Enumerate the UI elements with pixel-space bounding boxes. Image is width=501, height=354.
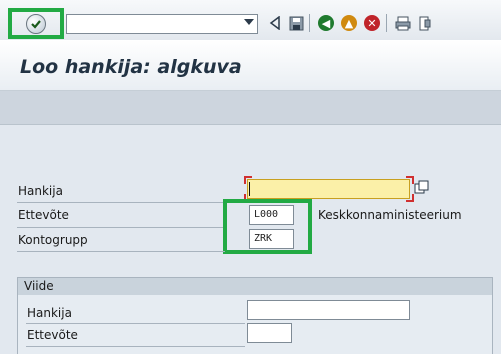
row-divider [17,227,225,228]
checkmark-icon [26,13,46,34]
row-divider [26,323,245,324]
chevron-down-icon[interactable] [244,19,254,25]
company-label: Ettevõte [18,208,69,222]
reference-group-title: Viide [18,278,492,295]
print-icon[interactable] [394,14,412,32]
reference-vendor-input[interactable] [247,300,410,320]
vendor-label: Hankija [18,184,63,198]
save-icon[interactable] [287,14,305,32]
cancel-circle-icon[interactable]: ✕ [363,14,381,32]
enter-button[interactable] [8,8,64,39]
row-divider [17,251,225,252]
vendor-input[interactable] [247,179,410,199]
find-icon[interactable] [416,14,434,32]
reference-company-input[interactable] [247,323,292,343]
application-toolbar [0,91,501,125]
search-help-icon[interactable] [414,180,429,195]
reference-vendor-label: Hankija [27,306,72,320]
command-field[interactable] [66,14,258,34]
page-title: Loo hankija: algkuva [20,56,242,78]
account-group-label: Kontogrupp [18,233,88,247]
row-divider [26,346,245,347]
toolbar-separator [386,14,387,32]
focus-corner [406,176,414,184]
focus-corner [406,194,414,202]
row-divider [17,202,245,203]
back-triangle-icon[interactable] [266,14,284,32]
reference-company-label: Ettevõte [27,328,78,342]
exit-circle-icon[interactable]: ▲ [340,14,358,32]
focus-corner [244,176,252,184]
company-description: Keskkonnaministeerium [318,208,462,222]
company-input[interactable]: L000 [249,205,294,225]
account-group-input[interactable]: ZRK [249,229,294,249]
command-field-value [67,20,70,33]
toolbar-separator [309,14,310,32]
back-circle-icon[interactable]: ◀ [317,14,335,32]
